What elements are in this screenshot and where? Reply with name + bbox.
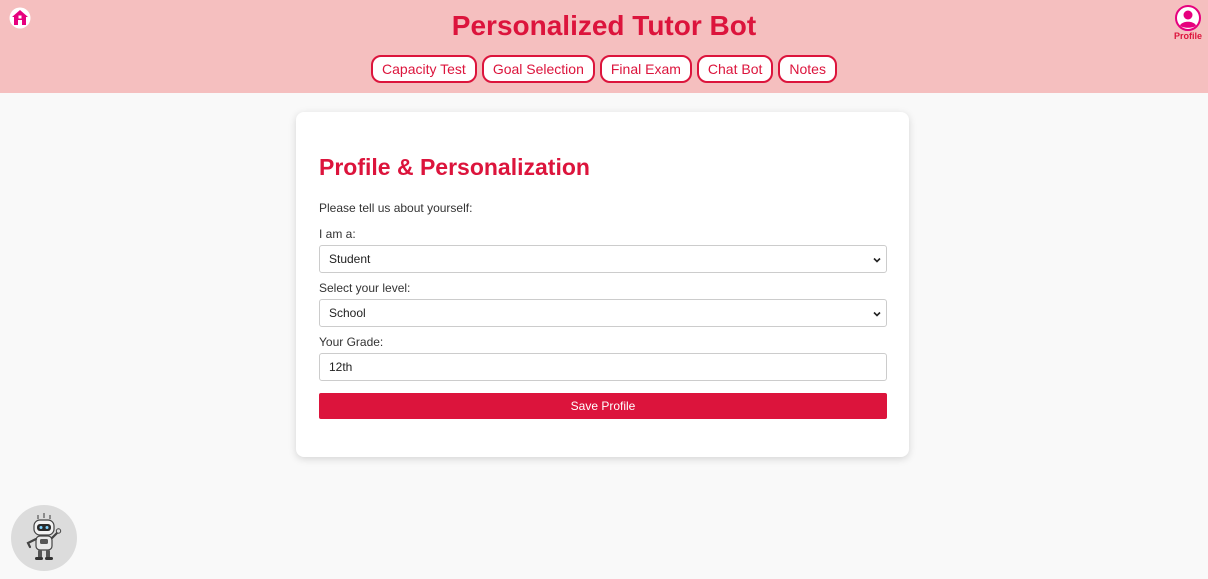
robot-icon: [26, 513, 62, 560]
nav-notes-button[interactable]: Notes: [778, 55, 837, 83]
intro-text: Please tell us about yourself:: [319, 201, 473, 215]
role-select-value: Student: [329, 252, 371, 266]
chat-assistant-button[interactable]: [11, 505, 77, 571]
chevron-down-icon: [873, 257, 881, 263]
profile-label: Profile: [1173, 31, 1202, 41]
level-select[interactable]: School: [319, 299, 887, 327]
user-circle-icon: [1175, 5, 1201, 31]
role-select[interactable]: Student: [319, 245, 887, 273]
profile-button[interactable]: Profile: [1170, 5, 1206, 41]
level-select-value: School: [329, 306, 366, 320]
level-label: Select your level:: [319, 281, 411, 295]
app-header: Personalized Tutor Bot Capacity Test Goa…: [0, 0, 1208, 93]
profile-card: Profile & Personalization Please tell us…: [296, 112, 909, 457]
profile-title: Profile & Personalization: [319, 154, 590, 180]
nav-final-exam-button[interactable]: Final Exam: [599, 55, 692, 83]
main-nav: Capacity Test Goal Selection Final Exam …: [0, 55, 1208, 83]
nav-capacity-test-button[interactable]: Capacity Test: [371, 55, 477, 83]
grade-label: Your Grade:: [319, 335, 384, 349]
grade-input[interactable]: 12th: [319, 353, 887, 381]
nav-goal-selection-button[interactable]: Goal Selection: [481, 55, 595, 83]
role-label: I am a:: [319, 227, 356, 241]
app-title: Personalized Tutor Bot: [451, 10, 757, 41]
nav-chat-bot-button[interactable]: Chat Bot: [696, 55, 774, 83]
chevron-down-icon: [873, 311, 881, 317]
grade-input-value: 12th: [329, 360, 353, 374]
save-profile-button[interactable]: Save Profile: [319, 393, 887, 419]
